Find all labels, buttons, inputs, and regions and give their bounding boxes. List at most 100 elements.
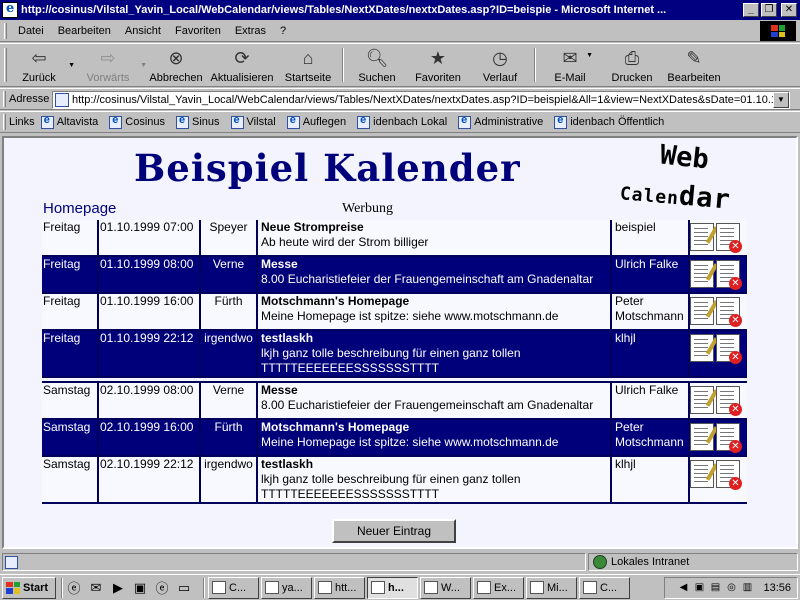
entry-title[interactable]: Motschmann's Homepage <box>261 294 609 309</box>
window-title-bar[interactable]: http://cosinus/Vilstal_Yavin_Local/WebCa… <box>0 0 800 20</box>
taskbar-task[interactable]: ya... <box>261 576 312 599</box>
menu-help[interactable]: ? <box>273 25 293 37</box>
edit-entry-icon[interactable] <box>691 223 719 251</box>
table-row[interactable]: Samstag 02.10.1999 22:12 irgendwo testlaskh… <box>42 456 747 504</box>
link-auflegen[interactable]: Auflegen <box>286 114 346 129</box>
link-sinus[interactable]: Sinus <box>176 114 220 129</box>
entry-title[interactable]: Messe <box>261 257 609 272</box>
print-button[interactable]: ⎙ Drucken <box>601 44 663 88</box>
table-row[interactable]: Freitag 01.10.1999 07:00 Speyer Neue Stromp… <box>42 220 747 257</box>
maximize-button[interactable]: ❐ <box>761 3 777 17</box>
link-idenbach-lokal[interactable]: idenbach Lokal <box>357 114 447 129</box>
entry-title[interactable]: testlaskh <box>261 457 609 472</box>
favorites-button[interactable]: ★ Favoriten <box>407 44 469 88</box>
taskbar-task[interactable]: Ex... <box>473 576 524 599</box>
menubar-grip[interactable] <box>4 22 7 39</box>
address-grip[interactable] <box>3 91 6 107</box>
task-app-icon <box>265 581 279 594</box>
entry-day: Freitag <box>42 293 98 331</box>
toolbar-grip[interactable] <box>4 48 7 82</box>
entry-title[interactable]: Messe <box>261 383 609 398</box>
link-cosinus[interactable]: Cosinus <box>109 114 165 129</box>
link-administrative[interactable]: Administrative <box>458 114 543 129</box>
menu-bearbeiten[interactable]: Bearbeiten <box>51 25 118 37</box>
quicklaunch-ie-icon[interactable]: ⓔ <box>66 580 82 596</box>
mail-dropdown-icon[interactable]: ▼ <box>586 52 593 59</box>
home-button[interactable]: ⌂ Startseite <box>277 44 339 88</box>
table-row[interactable]: Samstag 02.10.1999 08:00 Verne Messe 8.00 Eu… <box>42 382 747 420</box>
quicklaunch-folder-icon[interactable]: ▭ <box>176 580 192 596</box>
table-row[interactable]: Freitag 01.10.1999 08:00 Verne Messe 8.00 Eu… <box>42 256 747 294</box>
tasks-grip[interactable] <box>203 577 205 598</box>
quicklaunch-grip[interactable] <box>61 577 63 598</box>
minimize-button[interactable]: _ <box>743 3 759 17</box>
search-button[interactable]: 🔍︎ Suchen <box>347 44 407 88</box>
ie-app-icon[interactable] <box>2 1 18 18</box>
volume-icon[interactable]: ◀ <box>677 582 689 594</box>
address-dropdown-icon[interactable]: ▼ <box>773 92 789 108</box>
edit-entry-icon[interactable] <box>691 297 719 325</box>
quicklaunch-desktop-icon[interactable]: ▣ <box>132 580 148 596</box>
stop-button[interactable]: ⊗ Abbrechen <box>145 44 207 88</box>
refresh-button[interactable]: ⟳ Aktualisieren <box>207 44 277 88</box>
quicklaunch-media-icon[interactable]: ▶ <box>110 580 126 596</box>
edit-entry-icon[interactable] <box>691 460 719 488</box>
link-idenbach-oeffentlich[interactable]: idenbach Öffentlich <box>554 114 664 129</box>
edit-button[interactable]: ✎ Bearbeiten <box>663 44 725 88</box>
close-button[interactable]: ✕ <box>781 3 797 17</box>
address-input[interactable] <box>72 94 773 106</box>
quicklaunch-outlook-icon[interactable]: ✉ <box>88 580 104 596</box>
link-altavista[interactable]: Altavista <box>40 114 98 129</box>
tray-network-icon[interactable]: ▤ <box>709 582 721 594</box>
table-row[interactable]: Freitag 01.10.1999 22:12 irgendwo testlaskh… <box>42 330 747 378</box>
entry-title[interactable]: testlaskh <box>261 331 609 346</box>
delete-entry-icon[interactable]: ✕ <box>716 386 742 416</box>
taskbar-task[interactable]: htt... <box>314 576 365 599</box>
table-row[interactable]: Freitag 01.10.1999 16:00 Fürth Motschmann's… <box>42 293 747 331</box>
page-title: Beispiel Kalender <box>134 146 521 190</box>
taskbar-task[interactable]: h... <box>367 576 418 599</box>
menu-extras[interactable]: Extras <box>228 25 273 37</box>
taskbar-task[interactable]: W... <box>420 576 471 599</box>
link-page-icon <box>109 114 123 129</box>
link-page-icon <box>230 114 244 129</box>
edit-entry-icon[interactable] <box>691 260 719 288</box>
delete-entry-icon[interactable]: ✕ <box>716 260 742 290</box>
entry-location: Fürth <box>199 293 257 331</box>
tray-app-icon[interactable]: ▣ <box>693 582 705 594</box>
menu-favoriten[interactable]: Favoriten <box>168 25 228 37</box>
back-button[interactable]: ⇦ Zurück ▼ <box>11 44 75 88</box>
start-flag-icon <box>6 581 20 594</box>
start-button[interactable]: Start <box>2 576 56 599</box>
mail-button[interactable]: ✉ E-Mail ▼ <box>539 44 601 88</box>
delete-entry-icon[interactable]: ✕ <box>716 460 742 490</box>
taskbar-task[interactable]: C... <box>579 576 630 599</box>
delete-entry-icon[interactable]: ✕ <box>716 223 742 253</box>
edit-entry-icon[interactable] <box>691 334 719 362</box>
tray-monitor-icon[interactable]: ▥ <box>741 582 753 594</box>
entry-title[interactable]: Neue Strompreise <box>261 220 609 235</box>
taskbar-task[interactable]: Mi... <box>526 576 577 599</box>
entry-title[interactable]: Motschmann's Homepage <box>261 420 609 435</box>
links-grip[interactable] <box>3 114 6 130</box>
history-button[interactable]: ◷ Verlauf <box>469 44 531 88</box>
edit-entry-icon[interactable] <box>691 423 719 451</box>
edit-entry-icon[interactable] <box>691 386 719 414</box>
menu-ansicht[interactable]: Ansicht <box>118 25 168 37</box>
address-field[interactable]: ▼ <box>52 91 790 109</box>
quicklaunch-browser-icon[interactable]: ⓔ <box>154 580 170 596</box>
menu-datei[interactable]: Datei <box>11 25 51 37</box>
back-dropdown-icon[interactable]: ▼ <box>68 62 75 69</box>
delete-entry-icon[interactable]: ✕ <box>716 423 742 453</box>
link-vilstal[interactable]: Vilstal <box>230 114 276 129</box>
forward-button[interactable]: ⇨ Vorwärts ▼ <box>77 44 147 88</box>
homepage-link[interactable]: Homepage <box>43 200 116 217</box>
tray-settings-icon[interactable]: ◎ <box>725 582 737 594</box>
links-bar: Links Altavista Cosinus Sinus Vilstal Au… <box>0 111 800 133</box>
delete-entry-icon[interactable]: ✕ <box>716 334 742 364</box>
clock[interactable]: 13:56 <box>763 582 791 594</box>
table-row[interactable]: Samstag 02.10.1999 16:00 Fürth Motschmann's… <box>42 419 747 457</box>
delete-entry-icon[interactable]: ✕ <box>716 297 742 327</box>
taskbar-task[interactable]: C... <box>208 576 259 599</box>
new-entry-button[interactable]: Neuer Eintrag <box>332 519 456 543</box>
